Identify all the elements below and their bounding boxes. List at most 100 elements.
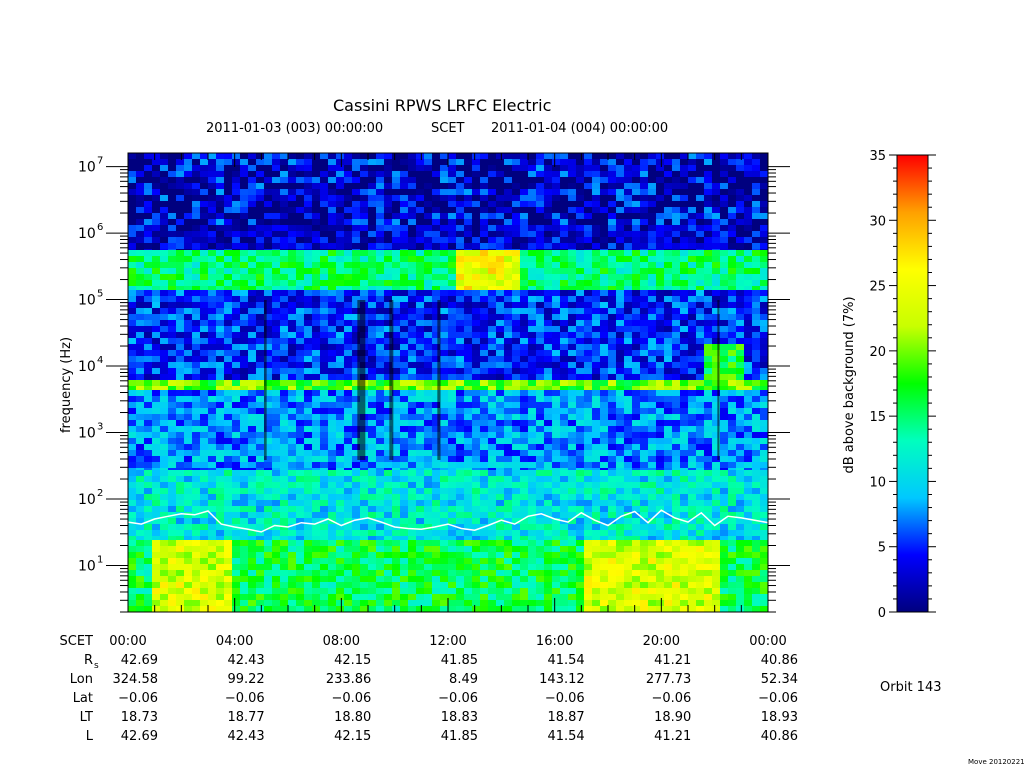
spectrogram-cell xyxy=(144,390,152,396)
spectrogram-cell xyxy=(496,546,504,552)
spectrogram-cell xyxy=(424,374,432,380)
spectrogram-cell xyxy=(592,189,600,195)
spectrogram-cell xyxy=(504,438,512,444)
spectrogram-cell xyxy=(480,506,488,512)
spectrogram-cell xyxy=(160,159,168,165)
spectrogram-cell xyxy=(520,213,528,219)
spectrogram-cell xyxy=(200,308,208,314)
spectrogram-cell xyxy=(624,444,632,450)
spectrogram-cell xyxy=(504,450,512,456)
spectrogram-cell xyxy=(624,594,632,600)
spectrogram-cell xyxy=(472,290,480,296)
spectrogram-cell xyxy=(520,189,528,195)
spectrogram-cell xyxy=(616,524,624,530)
spectrogram-cell xyxy=(504,225,512,231)
spectrogram-cell xyxy=(352,600,360,606)
spectrogram-cell xyxy=(256,582,264,588)
spectrogram-cell xyxy=(416,320,424,326)
spectrogram-cell xyxy=(280,219,288,225)
spectrogram-cell xyxy=(336,594,344,600)
spectrogram-cell xyxy=(336,588,344,594)
spectrogram-cell xyxy=(488,280,496,286)
spectrogram-cell xyxy=(360,290,368,296)
spectrogram-cell xyxy=(528,594,536,600)
spectrogram-cell xyxy=(464,274,472,280)
spectrogram-cell xyxy=(512,414,520,420)
spectrogram-cell xyxy=(448,606,456,612)
spectrogram-cell xyxy=(600,231,608,237)
spectrogram-cell xyxy=(248,201,256,207)
spectrogram-cell xyxy=(384,189,392,195)
spectrogram-cell xyxy=(344,558,352,564)
spectrogram-cell xyxy=(248,308,256,314)
spectrogram-cell xyxy=(184,438,192,444)
spectrogram-cell xyxy=(248,183,256,189)
spectrogram-cell xyxy=(240,189,248,195)
spectrogram-cell xyxy=(128,456,136,462)
spectrogram-cell xyxy=(264,256,272,262)
spectrogram-cell xyxy=(224,308,232,314)
spectrogram-cell xyxy=(480,207,488,213)
spectrogram-cell xyxy=(216,237,224,243)
spectrogram-cell xyxy=(504,243,512,249)
spectrogram-cell xyxy=(584,320,592,326)
spectrogram-cell xyxy=(304,219,312,225)
spectrogram-cell xyxy=(528,362,536,368)
spectrogram-cell xyxy=(288,456,296,462)
spectrogram-cell xyxy=(296,374,304,380)
spectrogram-cell xyxy=(248,171,256,177)
spectrogram-cell xyxy=(376,207,384,213)
spectrogram-cell xyxy=(240,274,248,280)
spectrogram-cell xyxy=(368,189,376,195)
spectrogram-cell xyxy=(144,250,152,256)
spectrogram-cell xyxy=(280,262,288,268)
spectrogram-cell xyxy=(152,390,160,396)
spectrogram-cell xyxy=(312,243,320,249)
spectrogram-cell xyxy=(552,296,560,302)
spectrogram-cell xyxy=(416,243,424,249)
spectrogram-cell xyxy=(592,588,600,594)
spectrogram-cell xyxy=(256,362,264,368)
spectrogram-cell xyxy=(408,177,416,183)
spectrogram-cell xyxy=(136,470,144,476)
spectrogram-cell xyxy=(168,426,176,432)
spectrogram-cell xyxy=(312,374,320,380)
spectrogram-cell xyxy=(376,570,384,576)
spectrogram-cell xyxy=(432,582,440,588)
spectrogram-cell xyxy=(232,256,240,262)
spectrogram-cell xyxy=(232,153,240,159)
spectrogram-cell xyxy=(440,576,448,582)
spectrogram-cell xyxy=(560,588,568,594)
spectrogram-cell xyxy=(480,470,488,476)
spectrogram-cell xyxy=(192,594,200,600)
spectrogram-cell xyxy=(576,225,584,231)
spectrogram-cell xyxy=(600,296,608,302)
spectrogram-cell xyxy=(136,374,144,380)
spectrogram-cell xyxy=(496,432,504,438)
spectrogram-cell xyxy=(376,380,384,386)
spectrogram-cell xyxy=(224,201,232,207)
spectrogram-cell xyxy=(200,177,208,183)
spectrogram-cell xyxy=(344,231,352,237)
spectrogram-cell xyxy=(528,582,536,588)
spectrogram-cell xyxy=(232,374,240,380)
spectrogram-cell xyxy=(304,201,312,207)
spectrogram-cell xyxy=(488,576,496,582)
spectrogram-cell xyxy=(568,201,576,207)
spectrogram-cell xyxy=(280,165,288,171)
spectrogram-cell xyxy=(200,320,208,326)
spectrogram-cell xyxy=(392,564,400,570)
spectrogram-cell xyxy=(176,420,184,426)
spectrogram-cell xyxy=(128,500,136,506)
spectrogram-cell xyxy=(376,426,384,432)
spectrogram-cell xyxy=(480,594,488,600)
spectrogram-cell xyxy=(472,338,480,344)
spectrogram-cell xyxy=(400,296,408,302)
spectrogram-cell xyxy=(176,268,184,274)
spectrogram-cell xyxy=(576,374,584,380)
spectrogram-cell xyxy=(456,344,464,350)
spectrogram-cell xyxy=(200,576,208,582)
spectrogram-cell xyxy=(576,231,584,237)
spectrogram-cell xyxy=(408,456,416,462)
spectrogram-cell xyxy=(344,207,352,213)
